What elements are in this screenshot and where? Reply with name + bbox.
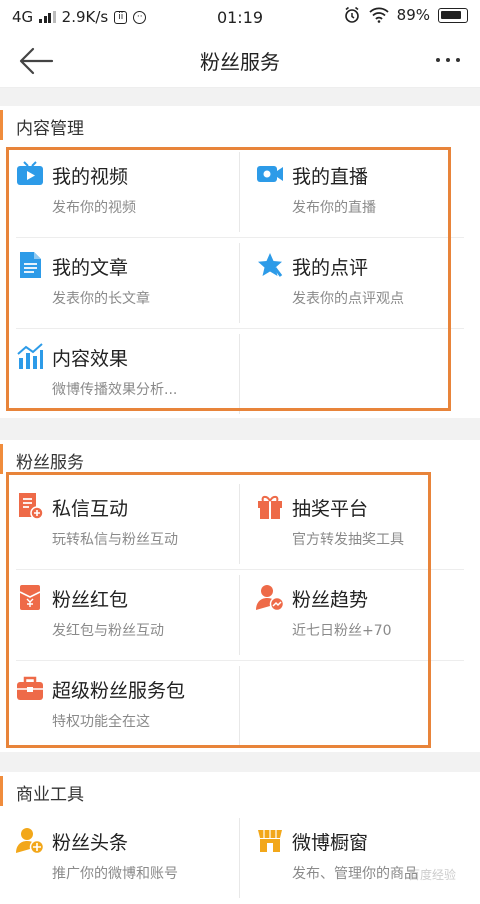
fans-trend-icon: [256, 585, 284, 611]
section-title-business: 商业工具: [0, 772, 480, 812]
business-tools-grid: 粉丝头条 推广你的微博和账号 微博橱窗 发布、管理你的商品: [0, 812, 480, 904]
nav-bar: 粉丝服务: [0, 34, 480, 88]
alarm-icon: [344, 6, 359, 23]
section-gap: [0, 752, 480, 772]
briefcase-icon: [17, 676, 43, 700]
section-gap: [0, 418, 480, 440]
lottery-platform-item[interactable]: 抽奖平台 官方转发抽奖工具: [240, 478, 480, 569]
document-icon: [20, 252, 41, 278]
watermark: 百度经验: [407, 868, 456, 882]
message-icon: [19, 493, 44, 520]
content-effect-item[interactable]: 内容效果 微博传播效果分析...: [0, 328, 240, 419]
gift-icon: [258, 495, 282, 519]
live-camera-icon: [257, 166, 283, 182]
content-management-grid: 我的视频 发布你的视频 我的直播 发布你的直播 我的文章 发表你的长文章 我的点…: [0, 146, 480, 414]
section-title-content: 内容管理: [0, 106, 480, 146]
fan-service-grid: 私信互动 玩转私信与粉丝互动 抽奖平台 官方转发抽奖工具 粉丝红包 发红包与粉丝…: [0, 478, 480, 748]
star-review-icon: [258, 253, 283, 277]
status-bar: 4G 2.9K/s ii ·· 01:19 89%: [0, 0, 480, 34]
super-fans-package-item[interactable]: 超级粉丝服务包 特权功能全在这: [0, 660, 240, 751]
my-live-item[interactable]: 我的直播 发布你的直播: [240, 146, 480, 237]
battery-icon: [438, 7, 468, 23]
promote-user-icon: [16, 828, 44, 854]
weibo-showcase-item[interactable]: 微博橱窗 发布、管理你的商品: [240, 812, 480, 903]
section-title-fans: 粉丝服务: [0, 440, 480, 480]
private-message-item[interactable]: 私信互动 玩转私信与粉丝互动: [0, 478, 240, 569]
my-video-item[interactable]: 我的视频 发布你的视频: [0, 146, 240, 237]
back-arrow-icon[interactable]: [18, 44, 54, 78]
my-review-item[interactable]: 我的点评 发表你的点评观点: [240, 237, 480, 328]
video-icon: [17, 161, 43, 185]
my-article-item[interactable]: 我的文章 发表你的长文章: [0, 237, 240, 328]
fans-trend-item[interactable]: 粉丝趋势 近七日粉丝+70: [240, 569, 480, 660]
fans-red-envelope-item[interactable]: 粉丝红包 发红包与粉丝互动: [0, 569, 240, 660]
section-gap: [0, 88, 480, 106]
red-envelope-icon: [19, 585, 41, 610]
fans-headline-item[interactable]: 粉丝头条 推广你的微博和账号: [0, 812, 240, 903]
shop-window-icon: [258, 830, 282, 852]
more-dots-icon[interactable]: [436, 58, 460, 62]
chart-icon: [17, 343, 43, 369]
battery-percent: 89%: [396, 6, 430, 24]
page-title: 粉丝服务: [200, 50, 280, 74]
wifi-icon: [369, 7, 389, 23]
